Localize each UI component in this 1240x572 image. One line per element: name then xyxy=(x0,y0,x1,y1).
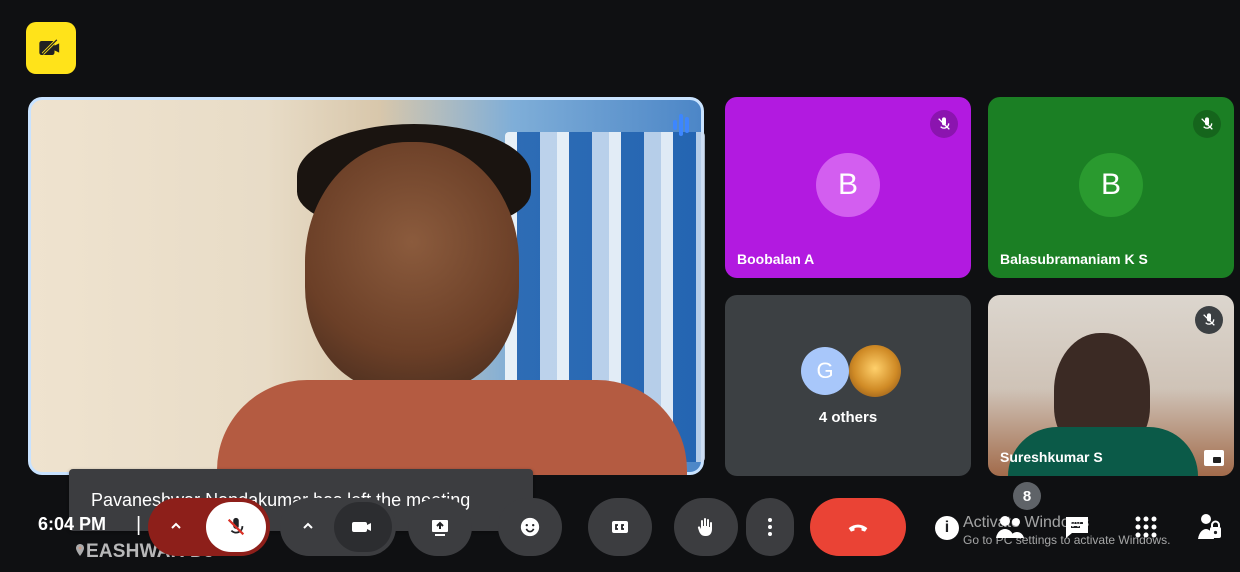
activate-windows-watermark: Activate Windows Go to PC settings to ac… xyxy=(963,514,1170,547)
participant-tile-balasubramaniam[interactable]: B Balasubramaniam K S xyxy=(988,97,1234,278)
meeting-info-button[interactable]: i xyxy=(935,516,959,540)
participant-tile-boobalan[interactable]: B Boobalan A xyxy=(725,97,971,278)
mic-off-badge xyxy=(1195,306,1223,334)
watermark-subtitle: Go to PC settings to activate Windows. xyxy=(963,533,1171,547)
more-options-button[interactable] xyxy=(746,498,794,556)
chevron-up-wrap xyxy=(168,518,184,539)
more-vertical-icon xyxy=(768,518,772,536)
mic-off-badge xyxy=(1193,110,1221,138)
camera-options-button[interactable] xyxy=(280,498,396,556)
participant-avatar: B xyxy=(816,153,880,217)
hang-up-icon xyxy=(848,524,868,532)
picture-in-picture-icon[interactable] xyxy=(1204,450,1224,466)
avatar-initial: B xyxy=(837,168,858,201)
captions-icon xyxy=(612,521,628,533)
present-screen-button[interactable] xyxy=(408,498,472,556)
camera-off-icon xyxy=(39,38,60,55)
others-label: 4 others xyxy=(818,409,878,426)
speaker-face xyxy=(305,142,519,392)
video-off-badge[interactable] xyxy=(26,22,76,74)
lock-icon xyxy=(1198,514,1221,539)
info-icon: i xyxy=(944,519,950,536)
avatar-initial: G xyxy=(816,358,834,383)
mic-options-button[interactable] xyxy=(148,498,270,556)
watermark-title: Activate Windows xyxy=(963,514,1090,531)
reactions-button[interactable] xyxy=(498,498,562,556)
participant-name: Sureshkumar S xyxy=(1000,449,1103,465)
mic-toggle-button[interactable] xyxy=(206,502,266,552)
main-video-tile[interactable]: EASHWAR DJ Pavaneshwar Nandakumar has le… xyxy=(28,97,705,562)
avatar-initial: B xyxy=(1100,168,1121,201)
participant-name: Boobalan A xyxy=(737,251,815,267)
participant-name: Balasubramaniam K S xyxy=(1000,251,1148,267)
meeting-toolbar: 6:04 PM | i 8 Activate Windows Go to PC … xyxy=(0,482,1240,572)
raise-hand-button[interactable] xyxy=(674,498,738,556)
meeting-time: 6:04 PM xyxy=(38,514,107,534)
time-separator: | xyxy=(136,514,142,536)
chevron-up-icon xyxy=(171,522,181,529)
leave-call-button[interactable] xyxy=(810,498,906,556)
pip-inner xyxy=(1213,456,1221,463)
speaker-shirt xyxy=(217,380,687,475)
chevron-up-icon xyxy=(303,522,313,529)
mic-off-icon xyxy=(227,517,245,536)
participant-avatar: B xyxy=(1079,153,1143,217)
host-controls-button[interactable] xyxy=(1195,512,1223,542)
raise-hand-icon xyxy=(697,518,712,536)
mic-off-badge xyxy=(930,110,958,138)
mic-off-icon xyxy=(1203,313,1215,326)
participant-tile-sureshkumar[interactable]: Sureshkumar S xyxy=(988,295,1234,476)
emoji-icon xyxy=(520,517,540,537)
present-screen-icon xyxy=(432,520,448,536)
others-avatar-photo xyxy=(849,345,901,397)
camera-toggle-button[interactable] xyxy=(334,502,392,552)
participants-count-badge: 8 xyxy=(1013,482,1041,510)
speaking-bars-icon xyxy=(673,114,689,136)
video-camera-icon xyxy=(352,522,371,532)
mic-off-icon xyxy=(938,117,950,130)
chevron-up-wrap xyxy=(300,518,316,539)
captions-button[interactable] xyxy=(588,498,652,556)
others-avatar-primary: G xyxy=(801,347,849,395)
others-tile[interactable]: G 4 others xyxy=(725,295,971,476)
mic-off-icon xyxy=(1201,117,1213,130)
